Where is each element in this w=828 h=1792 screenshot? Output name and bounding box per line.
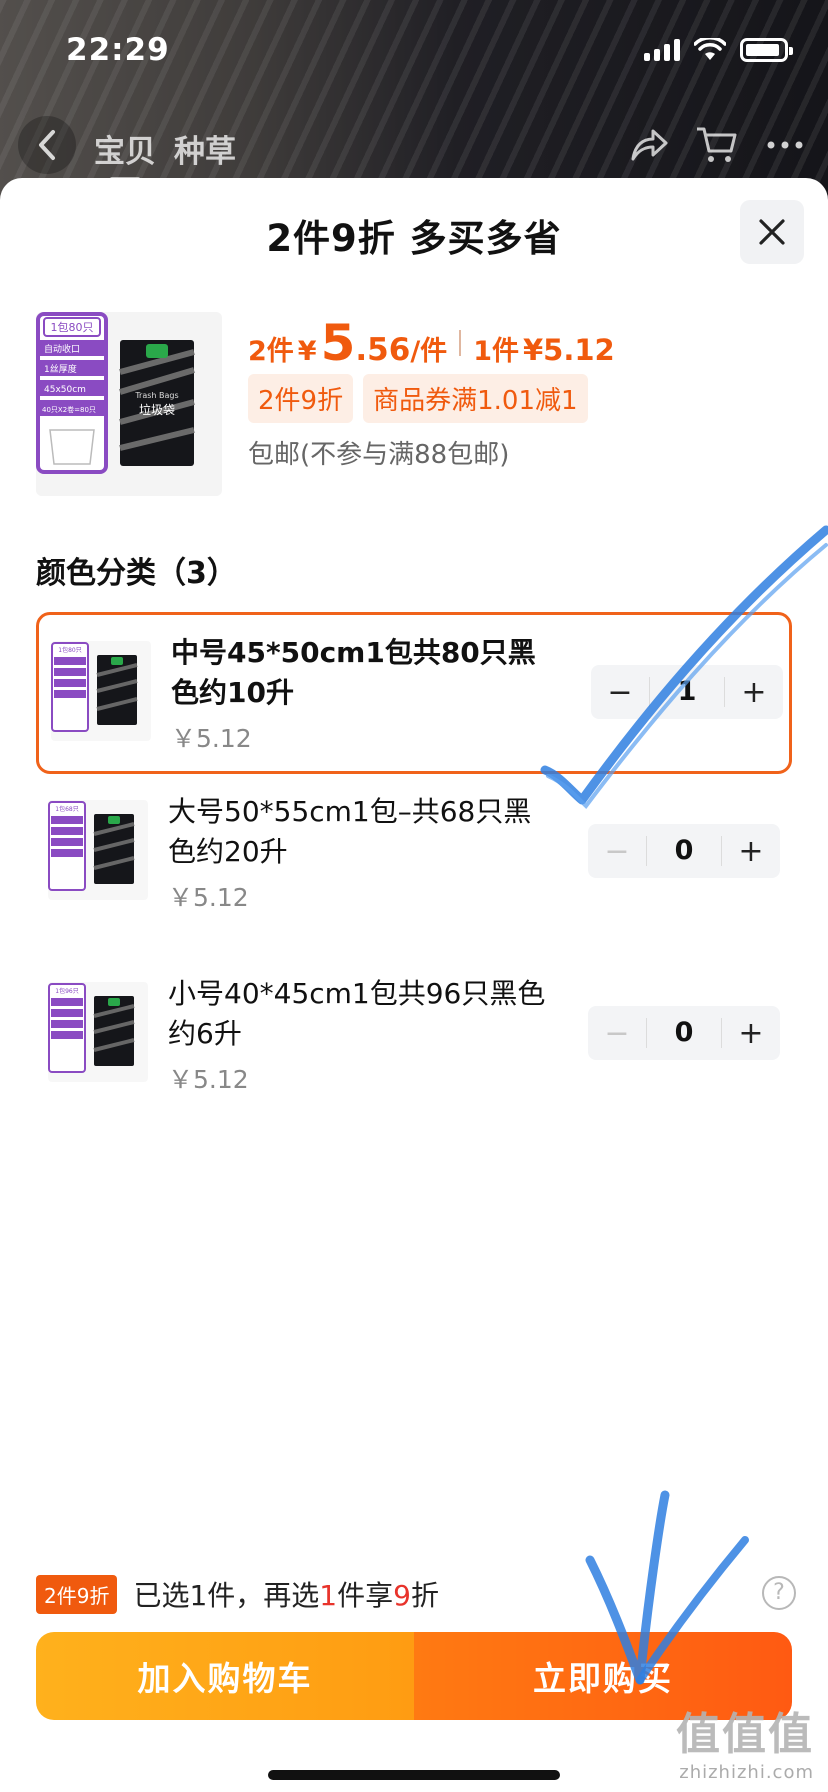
close-icon <box>759 219 785 245</box>
decrease-button[interactable]: − <box>591 665 649 719</box>
sku-item-large[interactable]: 1包68只 大号50*55cm1包–共68只黑色约20升 ￥5.12 − 0 + <box>36 774 792 936</box>
decrease-button[interactable]: − <box>588 824 646 878</box>
svg-text:1包68只: 1包68只 <box>55 805 78 813</box>
quantity-value[interactable]: 0 <box>646 1018 722 1048</box>
promo-badge: 2件9折 <box>36 1574 118 1614</box>
sku-image: 1包96只 <box>48 983 135 1073</box>
increase-button[interactable]: + <box>725 665 783 719</box>
sku-price: ￥5.12 <box>168 883 249 912</box>
decrease-button[interactable]: − <box>588 1006 646 1060</box>
promo-text: 已选1件，再选1件享9折 <box>133 1579 439 1612</box>
discount-tag: 2件9折 <box>248 374 354 423</box>
battery-icon <box>740 38 793 62</box>
promo-summary: 2件9折 已选1件，再选1件享9折 ? <box>36 1572 796 1616</box>
sku-item-small[interactable]: 1包96只 小号40*45cm1包共96只黑色约6升 ￥5.12 − 0 + <box>36 956 792 1118</box>
sku-thumbnail: 1包68只 <box>48 800 148 900</box>
single-price-prefix: 1件 <box>473 336 519 367</box>
status-bar: 22:29 <box>0 0 828 100</box>
trash-bag-product-image: 1包80只 自动收口 1丝厚度 45x50cm 40只X2卷=80只 Trash… <box>36 312 222 496</box>
sku-image: 1包80只 <box>51 642 138 732</box>
svg-text:40只X2卷=80只: 40只X2卷=80只 <box>42 405 96 414</box>
sku-selection-sheet: 2件9折 多买多省 1包80只 自动收口 1丝厚度 45x50cm 40只X2卷… <box>0 178 828 1792</box>
cellular-signal-icon <box>644 39 680 61</box>
single-price: ¥5.12 <box>522 333 615 367</box>
currency-symbol: ¥ <box>297 336 317 367</box>
promo-tags: 2件9折 商品券满1.01减1 <box>248 374 588 423</box>
sku-image: 1包68只 <box>48 801 135 891</box>
cart-button[interactable] <box>688 116 746 174</box>
shopping-cart-icon <box>697 127 737 162</box>
tab-recommend[interactable]: 种草 <box>174 126 236 171</box>
increase-button[interactable]: + <box>722 1006 780 1060</box>
multi-price-prefix: 2件 <box>248 336 294 367</box>
chevron-left-icon <box>39 130 55 160</box>
variant-section-title: 颜色分类（3） <box>36 556 237 591</box>
status-time: 22:29 <box>66 32 170 68</box>
product-image[interactable]: 1包80只 自动收口 1丝厚度 45x50cm 40只X2卷=80只 Trash… <box>36 312 222 496</box>
svg-text:1丝厚度: 1丝厚度 <box>44 363 77 375</box>
price-line: 2件 ¥ 5 .56 /件 1件 ¥5.12 <box>248 314 615 372</box>
close-button[interactable] <box>740 200 804 264</box>
thumb-pack-label: 1包80只 <box>51 321 94 334</box>
more-button[interactable] <box>756 116 814 174</box>
back-button[interactable] <box>18 116 76 174</box>
svg-text:Trash Bags: Trash Bags <box>134 391 178 400</box>
sku-name: 小号40*45cm1包共96只黑色约6升 <box>168 977 546 1050</box>
quantity-value[interactable]: 0 <box>646 836 722 866</box>
price-divider <box>459 330 462 356</box>
svg-text:自动收口: 自动收口 <box>44 343 80 355</box>
svg-text:垃圾袋: 垃圾袋 <box>139 402 175 417</box>
multi-price-decimal: .56 <box>355 332 411 368</box>
coupon-tag[interactable]: 商品券满1.01减1 <box>363 374 588 423</box>
share-button[interactable] <box>620 116 678 174</box>
sku-name: 大号50*55cm1包–共68只黑色约20升 <box>168 795 532 868</box>
sku-thumbnail: 1包96只 <box>48 982 148 1082</box>
nav-tabs: 宝贝 种草 <box>94 126 236 181</box>
quantity-stepper: − 0 + <box>588 1006 780 1060</box>
wifi-icon <box>694 38 726 60</box>
sku-name: 中号45*50cm1包共80只黑色约10升 <box>171 636 536 709</box>
sku-price: ￥5.12 <box>168 1065 249 1094</box>
home-indicator <box>268 1770 560 1780</box>
sheet-title: 2件9折 多买多省 <box>266 217 562 260</box>
shipping-info: 包邮(不参与满88包邮) <box>248 440 510 470</box>
svg-text:45x50cm: 45x50cm <box>44 385 86 395</box>
quantity-stepper: − 0 + <box>588 824 780 878</box>
site-watermark: 值值值 zhizhizhi.com <box>676 1709 814 1783</box>
sku-price: ￥5.12 <box>171 724 252 753</box>
quantity-stepper: − 1 + <box>591 665 783 719</box>
more-dots-icon <box>767 141 803 149</box>
sku-item-medium[interactable]: 1包80只 中号45*50cm1包共80只黑色约10升 ￥5.12 − 1 + <box>36 612 792 774</box>
tab-product[interactable]: 宝贝 <box>94 126 156 181</box>
quantity-value[interactable]: 1 <box>649 677 725 707</box>
sku-thumbnail: 1包80只 <box>51 641 151 741</box>
help-icon[interactable]: ? <box>762 1576 796 1610</box>
multi-price-unit: /件 <box>410 336 448 367</box>
svg-text:1包80只: 1包80只 <box>58 646 81 654</box>
share-icon <box>631 129 668 161</box>
svg-text:1包96只: 1包96只 <box>55 987 78 995</box>
status-icons <box>644 38 793 62</box>
nav-actions <box>620 116 814 174</box>
increase-button[interactable]: + <box>722 824 780 878</box>
multi-price-integer: 5 <box>320 314 356 372</box>
add-to-cart-button[interactable]: 加入购物车 <box>36 1632 414 1720</box>
